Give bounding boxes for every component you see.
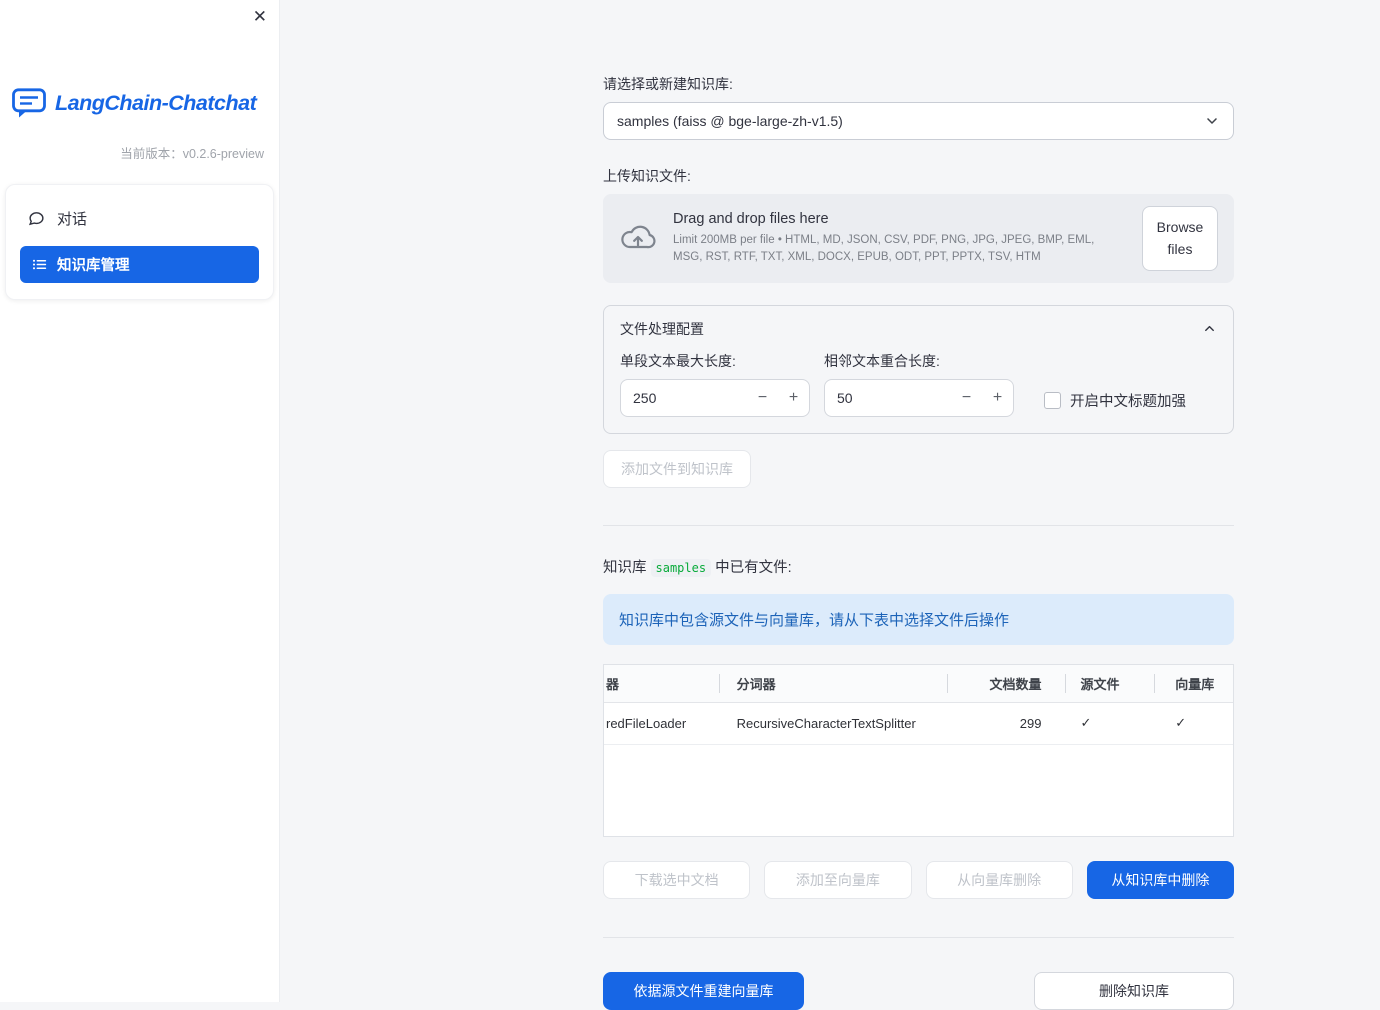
- upload-cloud-icon: [619, 223, 657, 253]
- sidebar-item-dialogue[interactable]: 对话: [20, 201, 259, 236]
- table-header-doc-count[interactable]: 文档数量: [946, 665, 1066, 702]
- kb-select[interactable]: samples (faiss @ bge-large-zh-v1.5): [603, 102, 1234, 140]
- add-to-vector-store-button[interactable]: 添加至向量库: [764, 860, 912, 899]
- divider: [603, 524, 1234, 526]
- existing-files-line: 知识库 samples 中已有文件:: [603, 558, 792, 577]
- app-logo: LangChain-Chatchat: [12, 88, 267, 119]
- sidebar-item-knowledge-base[interactable]: 知识库管理: [20, 246, 259, 283]
- sidebar: ✕ LangChain-Chatchat 当前版本：v0.2.6-preview…: [0, 0, 280, 1002]
- kb-select-value: samples (faiss @ bge-large-zh-v1.5): [617, 113, 843, 129]
- sidebar-menu: 对话 知识库管理: [5, 184, 274, 300]
- decrement-button[interactable]: −: [747, 380, 778, 416]
- cell-vector-store-check: ✓: [1175, 715, 1187, 731]
- overlap-value: 50: [837, 389, 853, 406]
- list-icon: [32, 257, 47, 272]
- file-uploader-dropzone[interactable]: Drag and drop files here Limit 200MB per…: [603, 194, 1234, 283]
- delete-kb-button[interactable]: 删除知识库: [1034, 971, 1234, 1010]
- rebuild-vector-store-button[interactable]: 依据源文件重建向量库: [603, 971, 804, 1010]
- files-table[interactable]: 器 分词器 文档数量 源文件 向量库 redFileLoader Recursi…: [603, 663, 1234, 837]
- table-header-vector-store[interactable]: 向量库: [1154, 665, 1233, 702]
- max-length-value: 250: [633, 389, 657, 406]
- close-icon[interactable]: ✕: [253, 8, 267, 25]
- expander-header[interactable]: 文件处理配置: [604, 306, 1233, 339]
- cell-source-file-check: ✓: [1080, 715, 1092, 731]
- decrement-button[interactable]: −: [951, 380, 982, 416]
- chat-bubble-icon: [28, 210, 45, 227]
- checkbox-box-icon: [1044, 391, 1061, 409]
- browse-files-button[interactable]: Browse files: [1142, 206, 1218, 271]
- cell-doc-count: 299: [1019, 715, 1042, 731]
- kb-name-code: samples: [650, 558, 712, 577]
- version-text: 当前版本：v0.2.6-preview: [120, 147, 264, 161]
- expander-title: 文件处理配置: [620, 320, 704, 337]
- info-banner: 知识库中包含源文件与向量库，请从下表中选择文件后操作: [603, 593, 1234, 645]
- chinese-title-checkbox[interactable]: 开启中文标题加强: [1044, 390, 1186, 411]
- add-files-to-kb-button[interactable]: 添加文件到知识库: [603, 449, 751, 488]
- kb-bottom-actions: 依据源文件重建向量库 删除知识库: [603, 971, 1234, 1010]
- table-row[interactable]: redFileLoader RecursiveCharacterTextSpli…: [604, 703, 1233, 745]
- remove-from-vector-store-button[interactable]: 从向量库删除: [925, 860, 1073, 899]
- chevron-down-icon: [1204, 113, 1220, 129]
- upload-label: 上传知识文件:: [603, 168, 691, 184]
- logo-chat-icon: [12, 88, 46, 119]
- kb-select-label: 请选择或新建知识库:: [603, 76, 733, 92]
- table-action-buttons: 下载选中文档 添加至向量库 从向量库删除 从知识库中删除: [603, 860, 1234, 899]
- table-header-source-file[interactable]: 源文件: [1065, 665, 1154, 702]
- sidebar-item-label: 对话: [57, 211, 88, 228]
- overlap-label: 相邻文本重合长度:: [824, 352, 940, 369]
- table-header-splitter[interactable]: 分词器: [718, 665, 947, 702]
- delete-from-kb-button[interactable]: 从知识库中删除: [1086, 860, 1234, 899]
- sidebar-item-label: 知识库管理: [57, 258, 130, 274]
- app-title: LangChain-Chatchat: [55, 91, 257, 115]
- increment-button[interactable]: +: [982, 380, 1013, 416]
- download-selected-button[interactable]: 下载选中文档: [603, 860, 751, 899]
- cell-splitter: RecursiveCharacterTextSplitter: [736, 715, 916, 731]
- max-length-input[interactable]: 250 − +: [620, 378, 810, 417]
- uploader-text: Drag and drop files here Limit 200MB per…: [673, 211, 1126, 265]
- chevron-up-icon: [1202, 321, 1217, 336]
- table-header-loader[interactable]: 器: [604, 665, 719, 702]
- table-header-row: 器 分词器 文档数量 源文件 向量库: [604, 664, 1233, 703]
- checkbox-label: 开启中文标题加强: [1070, 393, 1186, 410]
- cell-loader: redFileLoader: [606, 715, 687, 731]
- divider: [603, 936, 1234, 938]
- main-area: 请选择或新建知识库: samples (faiss @ bge-large-zh…: [280, 0, 1380, 1010]
- overlap-input[interactable]: 50 − +: [824, 378, 1014, 417]
- file-config-expander: 文件处理配置 单段文本最大长度: 250 − + 相邻文本重合长度: 50 − …: [603, 304, 1234, 434]
- increment-button[interactable]: +: [778, 380, 809, 416]
- uploader-limit-text: Limit 200MB per file • HTML, MD, JSON, C…: [673, 234, 1095, 263]
- uploader-title: Drag and drop files here: [673, 211, 829, 228]
- max-length-label: 单段文本最大长度:: [620, 352, 736, 369]
